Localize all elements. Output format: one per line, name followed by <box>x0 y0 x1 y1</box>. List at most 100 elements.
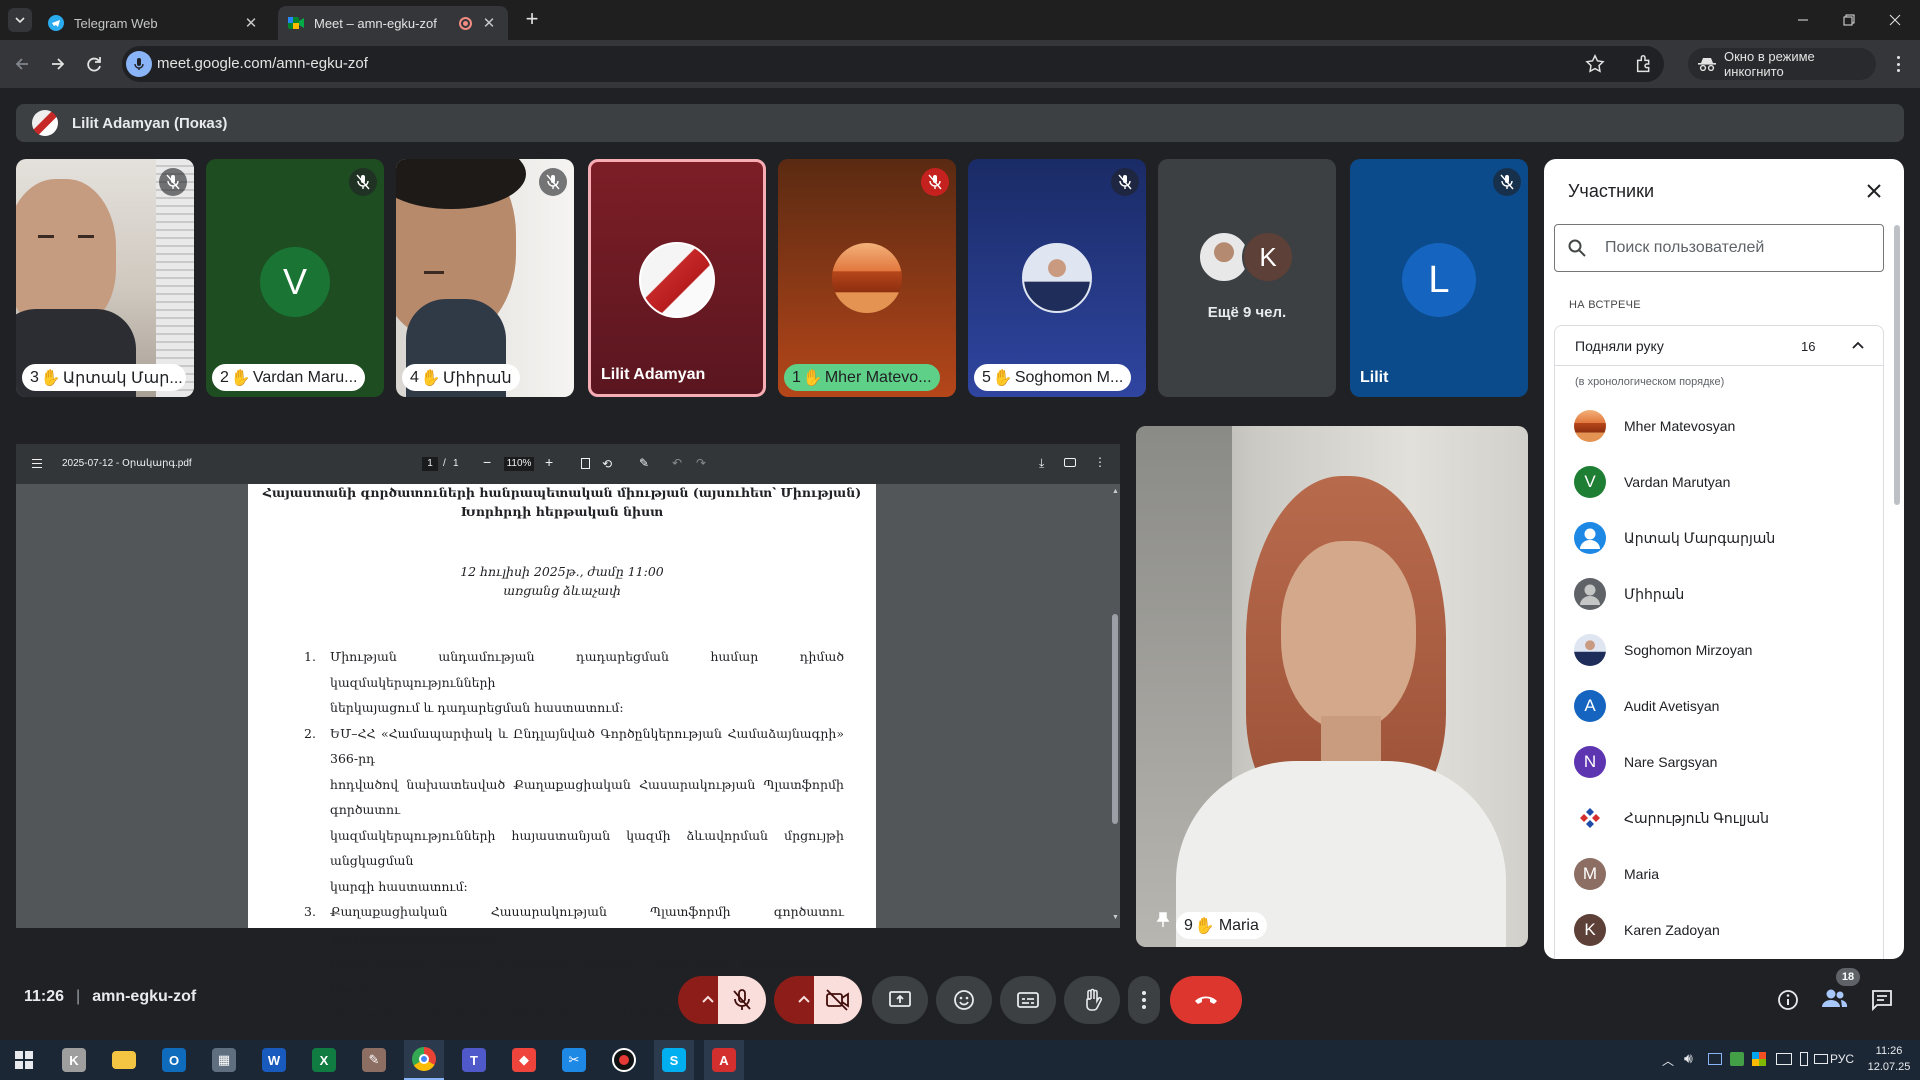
more-participants-tile[interactable]: K Ещё 9 чел. <box>1158 159 1336 397</box>
taskbar-app[interactable] <box>604 1040 644 1080</box>
zoom-out-icon[interactable]: − <box>483 454 491 470</box>
participant-tile[interactable]: 5 ✋ Soghomon M... <box>968 159 1146 397</box>
tab-meet[interactable]: Meet – amn-egku-zof ✕ <box>278 6 508 40</box>
clock[interactable]: 11:26 12.07.25 <box>1866 1043 1912 1075</box>
reactions-button[interactable] <box>936 976 992 1024</box>
site-mic-indicator[interactable] <box>126 51 152 77</box>
url-text[interactable]: meet.google.com/amn-egku-zof <box>157 52 368 76</box>
menu-icon[interactable] <box>32 459 42 468</box>
participant-row[interactable]: A Audit Avetisyan <box>1574 678 1864 734</box>
participant-tile[interactable]: L Lilit <box>1350 159 1528 397</box>
self-view-video[interactable]: 9 ✋ Maria <box>1136 426 1528 947</box>
taskbar-app[interactable]: X <box>304 1040 344 1080</box>
present-screen-button[interactable] <box>872 976 928 1024</box>
zoom-in-icon[interactable]: + <box>545 454 553 470</box>
redo-icon[interactable]: ↷ <box>696 456 706 470</box>
tab-telegram[interactable]: Telegram Web ✕ <box>38 6 270 40</box>
participant-row[interactable]: Արտակ Մարգարյան <box>1574 510 1864 566</box>
close-window-button[interactable] <box>1872 0 1918 40</box>
participant-tile[interactable]: 4 ✋ Միհրան <box>396 159 574 397</box>
participant-tile[interactable]: 3 ✋ Արտակ Մար... <box>16 159 194 397</box>
windows-security-icon[interactable] <box>1752 1052 1766 1066</box>
taskbar-app[interactable]: O <box>154 1040 194 1080</box>
taskbar-app[interactable]: K <box>54 1040 94 1080</box>
taskbar-app[interactable]: S <box>654 1040 694 1080</box>
pin-icon[interactable] <box>1156 912 1170 928</box>
zoom-input[interactable]: 110% <box>504 457 534 471</box>
print-icon[interactable] <box>1064 458 1076 467</box>
rotate-icon[interactable]: ⟲ <box>602 457 612 471</box>
back-button[interactable] <box>10 52 34 76</box>
participant-tile[interactable]: Lilit Adamyan <box>588 159 766 397</box>
raise-hand-button[interactable] <box>1064 976 1120 1024</box>
participant-row[interactable]: Հարություն Գուլյան <box>1574 790 1864 846</box>
participant-name: Soghomon M... <box>1014 368 1124 386</box>
forward-button[interactable] <box>46 52 70 76</box>
taskbar-app[interactable]: ✎ <box>354 1040 394 1080</box>
page-number-input[interactable]: 1 <box>422 457 438 471</box>
tray-app-icon[interactable] <box>1708 1053 1722 1065</box>
taskbar-app[interactable] <box>104 1040 144 1080</box>
participant-tile[interactable]: V 2 ✋ Vardan Maru... <box>206 159 384 397</box>
search-field[interactable]: Поиск пользователей <box>1554 224 1884 272</box>
close-icon[interactable]: ✕ <box>242 14 260 32</box>
taskbar-app[interactable]: ✂ <box>554 1040 594 1080</box>
undo-icon[interactable]: ↶ <box>672 456 682 470</box>
participant-row[interactable]: Soghomon Mirzoyan <box>1574 622 1864 678</box>
reload-button[interactable] <box>82 52 106 76</box>
participant-row[interactable]: Mher Matevosyan <box>1574 398 1864 454</box>
participant-row[interactable]: K Karen Zadoyan <box>1574 902 1864 958</box>
participant-row[interactable]: V Vardan Marutyan <box>1574 454 1864 510</box>
page-total: 1 <box>453 458 459 469</box>
bookmark-star-icon[interactable] <box>1584 53 1606 75</box>
volume-icon[interactable]: 🔊︎ <box>1684 1050 1693 1067</box>
battery-icon[interactable] <box>1814 1054 1828 1064</box>
network-icon[interactable] <box>1776 1053 1792 1065</box>
taskbar-app[interactable]: A <box>704 1040 744 1080</box>
participant-row[interactable]: Միհրան <box>1574 566 1864 622</box>
incognito-indicator[interactable]: Окно в режиме инкогнито <box>1688 48 1876 80</box>
more-vert-icon[interactable]: ⋮ <box>1094 455 1106 469</box>
more-options-button[interactable] <box>1128 976 1160 1024</box>
taskbar-app[interactable]: ▦ <box>204 1040 244 1080</box>
participant-row[interactable]: N Nare Sargsyan <box>1574 734 1864 790</box>
fit-page-icon[interactable] <box>581 458 590 469</box>
participant-row[interactable]: M Maria <box>1574 846 1864 902</box>
pdf-scrollbar[interactable]: ▲ ▼ <box>1110 488 1120 924</box>
new-tab-button[interactable]: + <box>520 8 544 32</box>
close-icon[interactable]: ✕ <box>480 14 498 32</box>
participant-tile[interactable]: 1 ✋ Mher Matevo... <box>778 159 956 397</box>
tab-search-button[interactable] <box>8 8 32 32</box>
tray-chevron-icon[interactable]: ︿ <box>1662 1052 1674 1069</box>
browser-menu-icon[interactable] <box>1890 54 1906 74</box>
language-indicator[interactable]: РУС <box>1830 1052 1854 1066</box>
download-icon[interactable]: ⤓ <box>1039 456 1044 471</box>
person-icon <box>1574 578 1606 610</box>
leave-call-button[interactable] <box>1170 976 1242 1024</box>
people-button[interactable] <box>1820 986 1854 1014</box>
camera-toggle-button[interactable] <box>814 976 862 1024</box>
taskbar-app[interactable]: ◆ <box>504 1040 544 1080</box>
raised-hands-header[interactable]: Подняли руку 16 <box>1555 326 1883 366</box>
participant-name: Soghomon Mirzoyan <box>1624 642 1753 658</box>
tray-shield-icon[interactable] <box>1730 1052 1744 1066</box>
meeting-details-icon[interactable] <box>1776 988 1800 1012</box>
close-panel-icon[interactable] <box>1862 179 1886 203</box>
mic-toggle-button[interactable] <box>718 976 766 1024</box>
panel-scrollbar[interactable] <box>1894 225 1900 505</box>
taskbar-app[interactable]: W <box>254 1040 294 1080</box>
chevron-up-icon[interactable] <box>1851 339 1865 353</box>
taskbar-app[interactable]: T <box>454 1040 494 1080</box>
restore-button[interactable] <box>1826 0 1872 40</box>
chat-icon[interactable] <box>1870 988 1894 1012</box>
captions-button[interactable] <box>1000 976 1056 1024</box>
agenda-item: 2. ԵՄ–ՀՀ «Համապարփակ և Ընդլայնված Գործընկ… <box>304 725 844 894</box>
search-input[interactable]: Поиск пользователей <box>1605 239 1764 257</box>
taskbar-app-active[interactable] <box>404 1040 444 1080</box>
extensions-icon[interactable] <box>1634 53 1656 75</box>
start-button[interactable] <box>4 1040 44 1080</box>
telegram-icon <box>48 15 64 31</box>
annotate-icon[interactable]: ✎ <box>639 456 649 470</box>
usb-icon[interactable] <box>1800 1052 1808 1066</box>
minimize-button[interactable] <box>1780 0 1826 40</box>
